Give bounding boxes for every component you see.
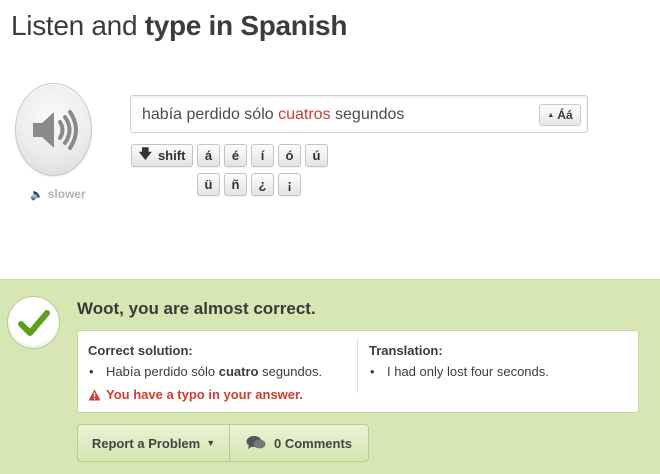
typo-message: You have a typo in your answer.	[106, 387, 303, 402]
correct-bold: cuatro	[218, 364, 259, 379]
warning-icon	[88, 389, 101, 400]
answer-typo-word: cuatros	[278, 106, 331, 123]
key-a-acute[interactable]: á	[197, 144, 220, 167]
feedback-title: Woot, you are almost correct.	[77, 299, 316, 318]
case-toggle-label: Áá	[557, 108, 573, 122]
shift-key[interactable]: 🡇 shift	[131, 144, 193, 167]
key-e-acute[interactable]: é	[224, 144, 247, 167]
report-problem-button[interactable]: Report a Problem ▼	[78, 425, 229, 461]
answer-text: había perdido sólo cuatros segundos	[142, 106, 404, 124]
correct-solution-heading: Correct solution:	[88, 343, 193, 358]
slower-audio-button[interactable]: 🔈 slower	[30, 187, 86, 201]
key-inverted-question[interactable]: ¿	[251, 173, 274, 196]
answer-input[interactable]: había perdido sólo cuatros segundos ▲ Áá	[130, 95, 588, 133]
translation-heading: Translation:	[369, 343, 443, 358]
answer-text-after: segundos	[330, 106, 405, 123]
chevron-down-icon: ▼	[206, 438, 216, 448]
translation-item: I had only lost four seconds.	[369, 362, 549, 382]
key-inverted-exclamation[interactable]: ¡	[278, 173, 301, 196]
key-o-acute[interactable]: ó	[278, 144, 301, 167]
shift-label: shift	[157, 148, 186, 163]
feedback-actions: Report a Problem ▼ 0 Comments	[77, 424, 369, 462]
correct-before: Había perdido sólo	[106, 364, 219, 379]
key-i-acute[interactable]: í	[251, 144, 274, 167]
key-u-acute[interactable]: ú	[305, 144, 328, 167]
triangle-up-icon: ▲	[547, 111, 555, 119]
checkmark-icon	[18, 310, 50, 336]
play-audio-button[interactable]	[15, 83, 92, 176]
arrow-down-icon: 🡇	[138, 145, 152, 161]
typo-warning: You have a typo in your answer.	[88, 387, 303, 402]
comments-button[interactable]: 0 Comments	[230, 425, 368, 461]
comments-label: 0 Comments	[273, 435, 353, 451]
small-speaker-icon: 🔈	[30, 189, 44, 201]
case-toggle-button[interactable]: ▲ Áá	[539, 104, 581, 126]
answer-text-before: había perdido sólo	[142, 106, 279, 123]
title-text: Listen and	[11, 10, 145, 41]
slower-label: slower	[47, 187, 86, 201]
correct-solution-section: Correct solution: Había perdido sólo cua…	[88, 343, 322, 382]
success-badge	[7, 296, 60, 349]
title-bold-text: type in Spanish	[144, 10, 348, 41]
page-title: Listen and type in Spanish	[11, 10, 347, 42]
column-divider	[357, 339, 358, 393]
comments-icon	[246, 436, 266, 449]
translation-section: Translation: I had only lost four second…	[369, 343, 549, 382]
report-label: Report a Problem	[91, 435, 201, 451]
key-u-umlaut[interactable]: ü	[197, 173, 220, 196]
correct-solution-item: Había perdido sólo cuatro segundos.	[88, 362, 322, 382]
solution-panel: Correct solution: Había perdido sólo cua…	[77, 330, 639, 413]
speaker-icon	[33, 110, 78, 150]
key-n-tilde[interactable]: ñ	[224, 173, 247, 196]
correct-after: segundos.	[258, 364, 323, 379]
